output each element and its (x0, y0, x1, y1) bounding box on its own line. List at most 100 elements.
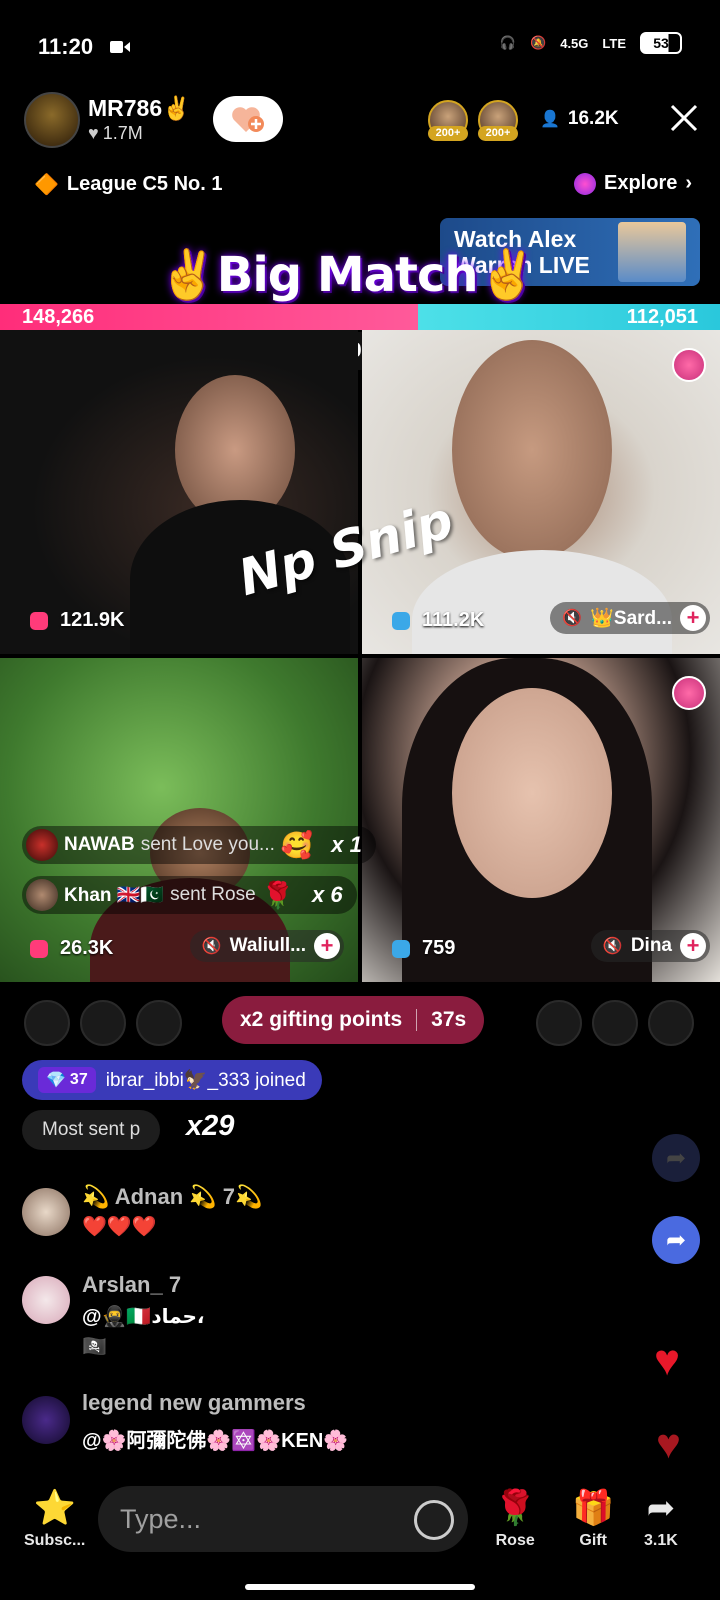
comment-text: @🥷🇮🇹حماد، (82, 1306, 205, 1328)
follow-plus-icon[interactable]: + (680, 933, 706, 959)
host-likes-value: 1.7M (102, 123, 143, 143)
tile-score-value: 111.2K (422, 609, 485, 631)
diamond-icon: 💎 (46, 1072, 66, 1089)
host-avatar[interactable] (24, 92, 80, 148)
match-score-bar (0, 304, 720, 330)
close-icon[interactable] (668, 102, 700, 134)
gift-action: sent Rose (170, 884, 256, 905)
gift-user: Khan 🇬🇧🇵🇰 (64, 885, 165, 906)
heart-plus-icon (232, 107, 264, 132)
network-label: 4.5G (560, 35, 589, 51)
explore-label: Explore (604, 172, 678, 194)
status-icons: 🎧 🔕 4.5G LTE 53 (500, 32, 682, 54)
video-tile-3[interactable]: 26.3K 🔇 Waliull... + (0, 658, 358, 982)
gift-avatar (26, 829, 58, 861)
explore-button[interactable]: Explore › (574, 172, 692, 195)
floating-heart-icon: ♥ (654, 1336, 681, 1385)
score-icon (30, 611, 48, 630)
comment-avatar[interactable] (22, 1396, 70, 1444)
divider (416, 1009, 418, 1031)
gifting-points-label: x2 gifting points (240, 1008, 403, 1031)
follow-plus-icon[interactable]: + (680, 605, 706, 631)
host-name[interactable]: MR786✌️ (88, 95, 191, 122)
share-button[interactable]: ➦ 3.1K (644, 1488, 678, 1550)
host-likes: ♥ 1.7M (88, 123, 143, 144)
emoji-icon[interactable] (414, 1500, 454, 1540)
comment-text: ❤️❤️❤️ (82, 1216, 157, 1238)
mute-icon: 🔕 (530, 35, 547, 50)
explore-icon (574, 172, 596, 195)
tile-user-4[interactable]: 🔇 Dina + (590, 930, 710, 962)
comment-text-2: 🏴‍☠️ (82, 1336, 107, 1358)
gift-count: x 1 (331, 832, 362, 857)
score-icon (30, 939, 48, 958)
tile-user-2[interactable]: 🔇 👑Sard... + (550, 602, 710, 634)
score-icon (392, 611, 410, 630)
tile-score-value: 759 (422, 937, 456, 959)
muted-icon: 🔇 (201, 938, 222, 955)
comment-text: @🌸阿彌陀佛🌸🔯🌸KEN🌸 (82, 1430, 349, 1452)
score-icon (392, 939, 410, 958)
comment-username[interactable]: Arslan_ 7 (82, 1272, 181, 1298)
subscribe-label: Subsc... (24, 1532, 86, 1549)
tile-user-3[interactable]: 🔇 Waliull... + (189, 930, 344, 962)
muted-icon: 🔇 (562, 610, 583, 627)
gift-user: NAWAB (64, 834, 135, 855)
most-sent-count: x29 (186, 1110, 235, 1142)
league-badge[interactable]: 🔶 League C5 No. 1 (34, 172, 223, 197)
share-icon: ➦ (646, 1489, 676, 1527)
supporter-avatar[interactable] (592, 1000, 638, 1046)
gifting-points-time: 37s (431, 1008, 467, 1031)
share-icon[interactable]: ➦ (652, 1216, 700, 1264)
viewer-count-value: 16.2K (567, 108, 619, 129)
league-label: League C5 No. 1 (66, 173, 223, 195)
comment-placeholder: Type... (120, 1503, 202, 1534)
headphones-icon: 🎧 (499, 35, 517, 50)
most-sent-pill[interactable]: Most sent p (22, 1110, 161, 1150)
gift-count: x 6 (312, 882, 343, 907)
supporter-avatar[interactable] (136, 1000, 182, 1046)
muted-icon: 🔇 (602, 938, 623, 955)
comment-avatar[interactable] (22, 1276, 70, 1324)
gift-icon: 🎁 (572, 1489, 615, 1527)
tile-score-value: 121.9K (60, 609, 125, 631)
supporter-avatar[interactable] (24, 1000, 70, 1046)
rose-label: Rose (495, 1532, 535, 1549)
viewer-count[interactable]: 👤 16.2K (540, 108, 619, 130)
level-value: 37 (69, 1071, 88, 1088)
comment-avatar[interactable] (22, 1188, 70, 1236)
tile-score-3: 26.3K (30, 937, 113, 960)
supporter-avatar[interactable] (80, 1000, 126, 1046)
share-shortcut-icon[interactable]: ➦ (652, 1134, 700, 1182)
video-person (452, 340, 612, 560)
tile-username: 👑Sard... (590, 608, 672, 629)
rose-button[interactable]: 🌹 Rose (494, 1488, 536, 1550)
video-tile-1[interactable]: 121.9K (0, 330, 358, 654)
comment-input[interactable]: Type... (98, 1486, 468, 1552)
tile-score-value: 26.3K (60, 937, 114, 959)
subscribe-button[interactable]: ⭐ Subsc... (24, 1488, 85, 1550)
tile-score-2: 111.2K (392, 609, 484, 632)
video-tile-2[interactable]: 111.2K 🔇 👑Sard... + (362, 330, 720, 654)
chevron-right-icon: › (685, 172, 693, 194)
network-label-2: LTE (602, 35, 626, 51)
score-right: 112,051 (626, 306, 698, 328)
follow-plus-icon[interactable]: + (314, 933, 340, 959)
joined-text: ibrar_ibbi🦅_333 joined (105, 1070, 306, 1091)
gifting-points-banner[interactable]: x2 gifting points 37s (222, 996, 485, 1044)
follow-button[interactable] (213, 96, 283, 142)
supporter-avatar[interactable] (648, 1000, 694, 1046)
gift-button[interactable]: 🎁 Gift (572, 1488, 614, 1550)
gift-notification-2: Khan 🇬🇧🇵🇰 sent Rose 🌹 x 6 (22, 876, 357, 914)
comment-username[interactable]: legend new gammers (82, 1390, 306, 1416)
comment-username[interactable]: 💫 Adnan 💫 7💫 (82, 1184, 262, 1210)
gift-heart-icon: 🥰 (280, 829, 314, 860)
power-badge-icon (672, 676, 706, 710)
share-count: 3.1K (644, 1532, 678, 1549)
status-time: 11:20 (38, 34, 94, 59)
home-indicator[interactable] (245, 1584, 475, 1590)
star-icon: ⭐ (33, 1489, 76, 1527)
promo-thumbnail (618, 222, 686, 282)
video-tile-4[interactable]: 759 🔇 Dina + (362, 658, 720, 982)
supporter-avatar[interactable] (536, 1000, 582, 1046)
